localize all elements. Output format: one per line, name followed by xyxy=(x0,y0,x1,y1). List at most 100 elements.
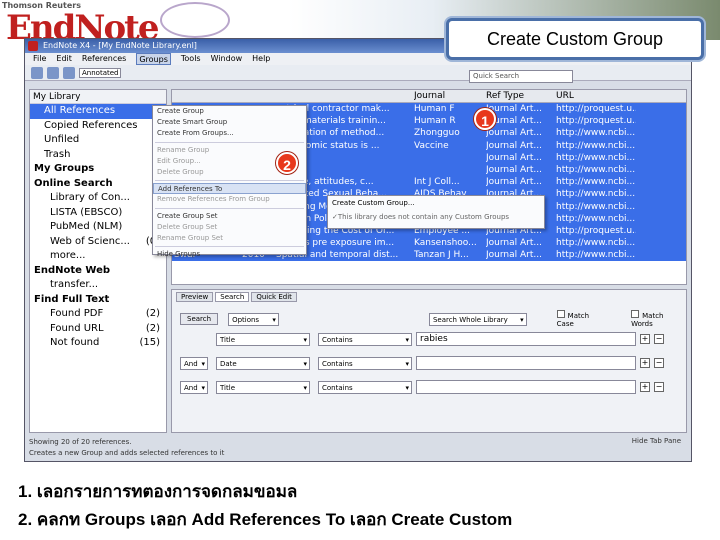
sidebar-item-15[interactable]: Found URL (2) xyxy=(30,322,166,337)
groups-menu-item-8[interactable]: Add References To xyxy=(153,183,306,195)
match-case-option[interactable]: Match Case xyxy=(556,310,607,328)
sidebar-item-5[interactable]: Online Search xyxy=(30,177,166,192)
globe-icon[interactable] xyxy=(31,66,43,79)
table-cell: http://proquest.u... xyxy=(556,116,636,127)
menu-file[interactable]: File xyxy=(33,53,46,65)
table-cell: Kansenshoo... xyxy=(414,238,477,249)
endnote-logo: EndNote xyxy=(6,8,160,40)
instruction-line-1: 1. เลอกรายการทตองการจดกลมขอมล xyxy=(18,482,298,501)
sidebar-item-12[interactable]: transfer... xyxy=(30,278,166,293)
menu-separator xyxy=(155,141,304,143)
search-criteria-row: Title Contains rabies +− xyxy=(180,332,664,346)
menu-edit[interactable]: Edit xyxy=(56,53,72,65)
boolean-dropdown[interactable]: And xyxy=(180,380,208,394)
groups-menu-item-15[interactable]: Hide Groups xyxy=(153,249,306,260)
search-value-input[interactable] xyxy=(416,356,636,370)
table-cell: Journal Art... xyxy=(486,140,542,151)
table-cell: Journal Art... xyxy=(486,164,542,175)
field-dropdown[interactable]: Date xyxy=(216,356,310,370)
sidebar-item-10[interactable]: more... xyxy=(30,249,166,264)
sidebar-item-6[interactable]: Library of Con... xyxy=(30,191,166,206)
remove-row-button[interactable]: − xyxy=(654,382,664,392)
sidebar-item-label: My Groups xyxy=(34,163,95,174)
table-cell: Vaccine xyxy=(414,140,449,151)
remove-row-button[interactable]: − xyxy=(654,358,664,368)
quick-search-input[interactable]: Quick Search xyxy=(469,70,573,83)
groups-menu-item-2[interactable]: Create From Groups... xyxy=(153,128,306,139)
search-button[interactable]: Search xyxy=(180,313,219,325)
column-header-4[interactable]: Ref Type xyxy=(486,90,556,102)
column-header-3[interactable]: Journal xyxy=(414,90,486,102)
tab-quick-edit[interactable]: Quick Edit xyxy=(251,292,297,302)
sidebar-item-4[interactable]: My Groups xyxy=(30,162,166,177)
match-words-option[interactable]: Match Words xyxy=(631,310,686,328)
table-cell: Journal Art... xyxy=(486,238,542,249)
column-header-0[interactable] xyxy=(172,90,242,102)
boolean-dropdown[interactable]: And xyxy=(180,356,208,370)
sidebar-item-9[interactable]: Web of Scienc...(0) xyxy=(30,235,166,250)
groups-menu-item-0[interactable]: Create Group xyxy=(153,106,306,117)
menu-groups[interactable]: Groups xyxy=(136,53,171,65)
menu-separator xyxy=(155,246,304,248)
table-cell: http://www.ncbi.... xyxy=(556,238,636,249)
style-select[interactable]: Annotated xyxy=(79,67,122,78)
column-header-2[interactable] xyxy=(276,90,414,102)
groups-panel: My Library All References Copied Referenc… xyxy=(29,89,167,433)
match-case-checkbox[interactable] xyxy=(556,310,565,318)
sidebar-item-label: Library of Con... xyxy=(50,192,130,203)
sidebar-item-label: Web of Scienc... xyxy=(50,235,130,247)
sidebar-item-16[interactable]: Not found (15) xyxy=(30,336,166,351)
menu-help[interactable]: Help xyxy=(252,53,270,65)
table-cell: Journal Art... xyxy=(486,116,542,127)
endnote-window: EndNote X4 - [My EndNote Library.enl] Fi… xyxy=(24,38,692,462)
sidebar-item-7[interactable]: LISTA (EBSCO) xyxy=(30,206,166,221)
sidebar-item-2[interactable]: Unfiled xyxy=(30,133,166,148)
table-cell: Journal Art... xyxy=(486,250,542,261)
library-icon[interactable] xyxy=(47,66,59,79)
create-custom-group-item[interactable]: Create Custom Group... xyxy=(328,196,544,210)
column-header-5[interactable]: URL xyxy=(556,90,636,102)
sidebar-item-label: Found URL xyxy=(50,322,104,334)
status-count: Showing 20 of 20 references. xyxy=(29,438,132,446)
local-icon[interactable] xyxy=(63,66,75,79)
field-dropdown[interactable]: Title xyxy=(216,380,310,394)
operator-dropdown[interactable]: Contains xyxy=(318,356,412,370)
search-value-input[interactable]: rabies xyxy=(416,332,636,346)
search-value-input[interactable] xyxy=(416,380,636,394)
sidebar-item-13[interactable]: Find Full Text xyxy=(30,293,166,308)
sidebar-item-11[interactable]: EndNote Web xyxy=(30,264,166,279)
sidebar-item-1[interactable]: Copied References xyxy=(30,119,166,134)
menu-window[interactable]: Window xyxy=(211,53,243,65)
tab-pane: PreviewSearchQuick Edit Search Options S… xyxy=(171,289,687,433)
add-row-button[interactable]: + xyxy=(640,382,650,392)
swirl-decoration xyxy=(160,2,230,38)
match-words-checkbox[interactable] xyxy=(631,310,640,318)
sidebar-item-0[interactable]: All References xyxy=(30,104,166,119)
sidebar-item-14[interactable]: Found PDF (2) xyxy=(30,307,166,322)
groups-menu-item-1[interactable]: Create Smart Group xyxy=(153,117,306,128)
table-cell: Tanzan J H... xyxy=(414,250,469,261)
remove-row-button[interactable]: − xyxy=(654,334,664,344)
sidebar-item-label: All References xyxy=(44,105,116,116)
status-hint: Creates a new Group and adds selected re… xyxy=(29,449,225,457)
tab-preview[interactable]: Preview xyxy=(176,292,214,302)
operator-dropdown[interactable]: Contains xyxy=(318,380,412,394)
menu-tools[interactable]: Tools xyxy=(181,53,201,65)
field-dropdown[interactable]: Title xyxy=(216,332,310,346)
window-title: EndNote X4 - [My EndNote Library.enl] xyxy=(43,41,197,50)
add-row-button[interactable]: + xyxy=(640,334,650,344)
menu-references[interactable]: References xyxy=(82,53,126,65)
hide-tab-pane-button[interactable]: Hide Tab Pane xyxy=(632,437,681,445)
sidebar-item-8[interactable]: PubMed (NLM) xyxy=(30,220,166,235)
add-row-button[interactable]: + xyxy=(640,358,650,368)
table-cell: http://www.ncbi.... xyxy=(556,189,636,200)
instruction-line-2: 2. คลกท Groups เลอก Add References To เล… xyxy=(18,510,513,529)
tab-search[interactable]: Search xyxy=(215,292,250,302)
groups-menu-item-11[interactable]: Create Group Set xyxy=(153,211,306,222)
column-header-1[interactable] xyxy=(242,90,276,102)
sidebar-item-3[interactable]: Trash xyxy=(30,148,166,163)
scope-dropdown[interactable]: Search Whole Library xyxy=(428,312,527,326)
operator-dropdown[interactable]: Contains xyxy=(318,332,412,346)
options-dropdown[interactable]: Options xyxy=(228,312,279,326)
sidebar-item-label: transfer... xyxy=(50,279,99,290)
